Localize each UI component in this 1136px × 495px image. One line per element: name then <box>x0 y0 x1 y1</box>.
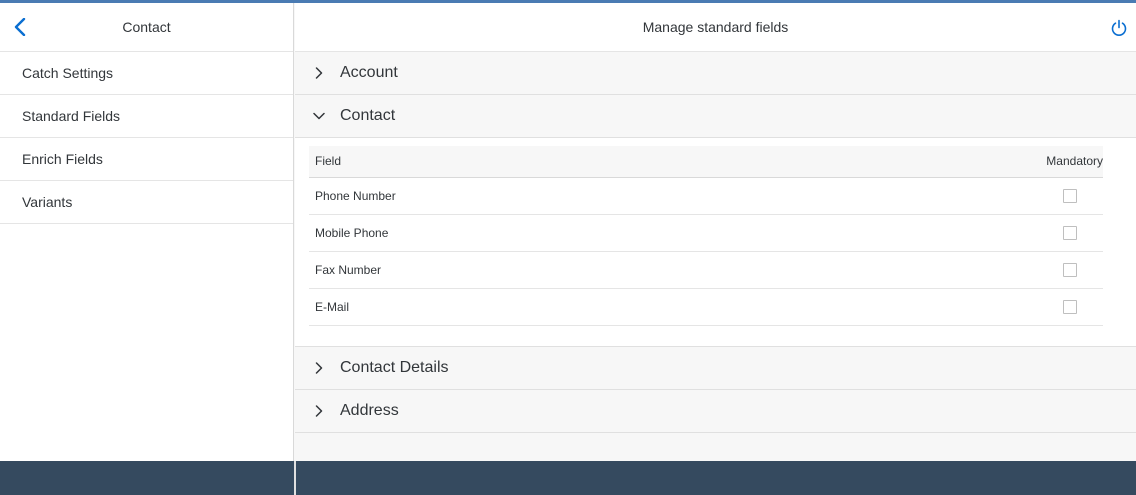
panel-header-account[interactable]: Account <box>295 52 1136 95</box>
master-item-catch-settings[interactable]: Catch Settings <box>0 52 293 95</box>
master-title: Contact <box>122 19 171 35</box>
field-name: Mobile Phone <box>309 214 770 252</box>
back-button[interactable] <box>0 3 40 52</box>
table-row: Mobile Phone <box>309 214 1103 252</box>
field-name: E-Mail <box>309 288 770 326</box>
master-header: Contact <box>0 3 293 52</box>
panel-title: Contact Details <box>340 358 449 376</box>
mandatory-cell <box>769 251 1103 289</box>
detail-footer <box>296 461 1136 495</box>
master-pane: Contact Catch Settings Standard Fields E… <box>0 3 294 461</box>
master-item-label: Variants <box>22 194 73 210</box>
master-item-enrich-fields[interactable]: Enrich Fields <box>0 138 293 181</box>
master-footer <box>0 461 294 495</box>
master-item-label: Standard Fields <box>22 108 121 124</box>
table-row: Phone Number <box>309 177 1103 215</box>
mandatory-cell <box>769 177 1103 215</box>
master-item-standard-fields[interactable]: Standard Fields <box>0 95 293 138</box>
mandatory-checkbox[interactable] <box>1063 299 1077 314</box>
panel-title: Contact <box>340 107 396 124</box>
panel-title: Account <box>340 64 398 81</box>
field-name: Fax Number <box>309 251 770 289</box>
mandatory-cell <box>769 288 1103 326</box>
table-row: Fax Number <box>309 251 1103 289</box>
power-icon <box>1111 19 1127 36</box>
logout-button[interactable] <box>1106 15 1132 41</box>
master-item-label: Catch Settings <box>22 65 114 81</box>
chevron-down-icon <box>312 109 326 123</box>
panel-header-address[interactable]: Address <box>295 389 1136 433</box>
column-header-mandatory: Mandatory <box>769 146 1103 178</box>
master-list: Catch Settings Standard Fields Enrich Fi… <box>0 52 293 224</box>
fields-table: Field Mandatory Phone Number Mobile Phon… <box>309 146 1103 326</box>
panel-header-contact-details[interactable]: Contact Details <box>295 346 1136 390</box>
field-name: Phone Number <box>309 177 770 215</box>
panel-content-contact: Field Mandatory Phone Number Mobile Phon… <box>295 138 1136 347</box>
mandatory-cell <box>769 214 1103 252</box>
mandatory-checkbox[interactable] <box>1063 262 1077 277</box>
chevron-right-icon <box>312 404 326 418</box>
master-item-label: Enrich Fields <box>22 151 103 167</box>
column-header-field: Field <box>309 146 770 178</box>
panel-header-contact[interactable]: Contact <box>295 95 1136 138</box>
panel-title: Address <box>340 401 399 419</box>
page-title: Manage standard fields <box>642 19 789 35</box>
detail-header: Manage standard fields <box>295 3 1136 52</box>
master-item-variants[interactable]: Variants <box>0 181 293 224</box>
chevron-right-icon <box>312 66 326 80</box>
chevron-right-icon <box>312 361 326 375</box>
chevron-left-icon <box>14 18 26 36</box>
table-header-row: Field Mandatory <box>309 146 1103 178</box>
mandatory-checkbox[interactable] <box>1063 225 1077 240</box>
table-row: E-Mail <box>309 288 1103 326</box>
mandatory-checkbox[interactable] <box>1063 188 1077 203</box>
detail-pane: Manage standard fields Account Contact F… <box>295 3 1136 461</box>
